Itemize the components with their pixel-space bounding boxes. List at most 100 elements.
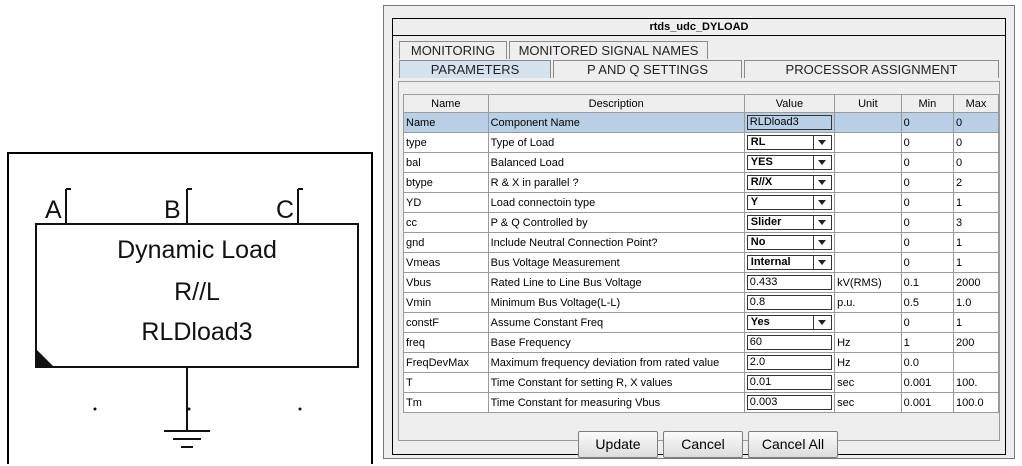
param-max-cell: 0 xyxy=(953,112,999,133)
column-header-value[interactable]: Value xyxy=(743,94,836,113)
value-dropdown[interactable]: Internal xyxy=(746,255,833,270)
tab-p-and-q-settings[interactable]: P AND Q SETTINGS xyxy=(553,60,742,78)
param-max-cell: 1.0 xyxy=(953,292,999,313)
value-dropdown[interactable]: No xyxy=(746,235,833,250)
param-min-cell: 0 xyxy=(900,212,955,233)
param-description-cell: Type of Load xyxy=(487,132,745,153)
cancel-button[interactable]: Cancel xyxy=(663,431,743,458)
value-input[interactable]: 0.8 xyxy=(746,295,833,310)
update-button[interactable]: Update xyxy=(578,431,658,458)
table-row[interactable]: Vmin Minimum Bus Voltage(L-L) 0.8 p.u. 0.5 1.… xyxy=(403,292,999,313)
param-unit-cell: sec xyxy=(834,372,902,393)
param-description-cell: Include Neutral Connection Point? xyxy=(487,232,745,253)
cancel-all-button[interactable]: Cancel All xyxy=(748,431,838,458)
table-row[interactable]: Name Component Name RLDload3 0 0 xyxy=(403,112,999,133)
table-row[interactable]: T Time Constant for setting R, X values 0.… xyxy=(403,372,999,393)
table-row[interactable]: bal Balanced Load YES 0 0 xyxy=(403,152,999,173)
parameters-panel: Name Description Value Unit Min Max Name… xyxy=(398,81,1000,441)
param-min-cell: 0 xyxy=(900,312,955,333)
chevron-down-icon[interactable] xyxy=(813,216,831,229)
tab-monitored-signal-names[interactable]: MONITORED SIGNAL NAMES xyxy=(509,41,708,59)
column-header-description[interactable]: Description xyxy=(487,94,745,113)
column-header-max[interactable]: Max xyxy=(953,94,999,113)
param-description-cell: Bus Voltage Measurement xyxy=(487,252,745,273)
param-name-cell: freq xyxy=(403,332,489,353)
param-min-cell: 0.001 xyxy=(900,372,955,393)
value-input[interactable]: 0.01 xyxy=(746,375,833,390)
tab-processor-assignment[interactable]: PROCESSOR ASSIGNMENT xyxy=(744,60,999,78)
dialog-title: rtds_udc_DYLOAD xyxy=(393,19,1005,36)
value-input[interactable]: 2.0 xyxy=(746,355,833,370)
param-min-cell: 0 xyxy=(900,232,955,253)
chevron-down-icon[interactable] xyxy=(813,316,831,329)
table-row[interactable]: gnd Include Neutral Connection Point? No 0 1 xyxy=(403,232,999,253)
table-row[interactable]: YD Load connectoin type Y 0 1 xyxy=(403,192,999,213)
column-header-min[interactable]: Min xyxy=(900,94,955,113)
param-name-cell: btype xyxy=(403,172,489,193)
value-input[interactable]: 0.003 xyxy=(746,395,833,410)
param-value-cell: 2.0 xyxy=(743,352,836,373)
param-max-cell: 2 xyxy=(953,172,999,193)
param-value-cell: 60 xyxy=(743,332,836,353)
param-max-cell: 0 xyxy=(953,132,999,153)
chevron-down-icon[interactable] xyxy=(813,136,831,149)
chevron-down-icon[interactable] xyxy=(813,156,831,169)
value-input[interactable]: 0.433 xyxy=(746,275,833,290)
param-max-cell xyxy=(953,352,999,373)
param-unit-cell xyxy=(834,172,902,193)
table-row[interactable]: btype R & X in parallel ? R//X 0 2 xyxy=(403,172,999,193)
column-header-unit[interactable]: Unit xyxy=(834,94,902,113)
dropdown-selected-value: No xyxy=(750,236,766,248)
component-symbol[interactable]: A B C Dynamic Load R//L RLDload3 xyxy=(7,152,373,464)
value-dropdown[interactable]: RL xyxy=(746,135,833,150)
table-row[interactable]: FreqDevMax Maximum frequency deviation fr… xyxy=(403,352,999,373)
param-min-cell: 0 xyxy=(900,132,955,153)
table-row[interactable]: constF Assume Constant Freq Yes 0 1 xyxy=(403,312,999,333)
param-min-cell: 0.1 xyxy=(900,272,955,293)
table-row[interactable]: type Type of Load RL 0 0 xyxy=(403,132,999,153)
param-unit-cell: sec xyxy=(834,392,902,413)
chevron-down-icon[interactable] xyxy=(813,256,831,269)
symbol-title: Dynamic Load xyxy=(117,236,277,264)
table-row[interactable]: cc P & Q Controlled by Slider 0 3 xyxy=(403,212,999,233)
value-dropdown[interactable]: Yes xyxy=(746,315,833,330)
value-dropdown[interactable]: YES xyxy=(746,155,833,170)
value-dropdown[interactable]: Slider xyxy=(746,215,833,230)
tab-parameters[interactable]: PARAMETERS xyxy=(399,60,551,78)
table-row[interactable]: freq Base Frequency 60 Hz 1 200 xyxy=(403,332,999,353)
chevron-down-icon[interactable] xyxy=(813,196,831,209)
param-unit-cell: Hz xyxy=(834,332,902,353)
param-max-cell: 1 xyxy=(953,192,999,213)
chevron-down-icon[interactable] xyxy=(813,176,831,189)
param-min-cell: 0 xyxy=(900,192,955,213)
param-name-cell: Vmeas xyxy=(403,252,489,273)
param-unit-cell xyxy=(834,232,902,253)
value-dropdown[interactable]: Y xyxy=(746,195,833,210)
column-header-name[interactable]: Name xyxy=(403,94,489,113)
param-name-cell: gnd xyxy=(403,232,489,253)
param-min-cell: 0 xyxy=(900,172,955,193)
param-value-cell: Slider xyxy=(743,212,836,233)
param-max-cell: 200 xyxy=(953,332,999,353)
table-row[interactable]: Vmeas Bus Voltage Measurement Internal 0 1 xyxy=(403,252,999,273)
param-max-cell: 100. xyxy=(953,372,999,393)
value-input[interactable]: RLDload3 xyxy=(746,115,833,130)
param-name-cell: Vmin xyxy=(403,292,489,313)
table-row[interactable]: Vbus Rated Line to Line Bus Voltage 0.433 k… xyxy=(403,272,999,293)
param-description-cell: Load connectoin type xyxy=(487,192,745,213)
tab-monitoring[interactable]: MONITORING xyxy=(399,41,507,59)
param-name-cell: T xyxy=(403,372,489,393)
chevron-down-icon[interactable] xyxy=(813,236,831,249)
param-name-cell: FreqDevMax xyxy=(403,352,489,373)
param-min-cell: 0.5 xyxy=(900,292,955,313)
value-dropdown[interactable]: R//X xyxy=(746,175,833,190)
pin-b-label: B xyxy=(164,196,181,224)
param-name-cell: bal xyxy=(403,152,489,173)
param-description-cell: Maximum frequency deviation from rated v… xyxy=(487,352,745,373)
table-row[interactable]: Tm Time Constant for measuring Vbus 0.003 s… xyxy=(403,392,999,413)
param-max-cell: 100.0 xyxy=(953,392,999,413)
dropdown-selected-value: R//X xyxy=(750,176,773,188)
value-input[interactable]: 60 xyxy=(746,335,833,350)
dropdown-selected-value: YES xyxy=(750,156,773,168)
param-min-cell: 0.0 xyxy=(900,352,955,373)
